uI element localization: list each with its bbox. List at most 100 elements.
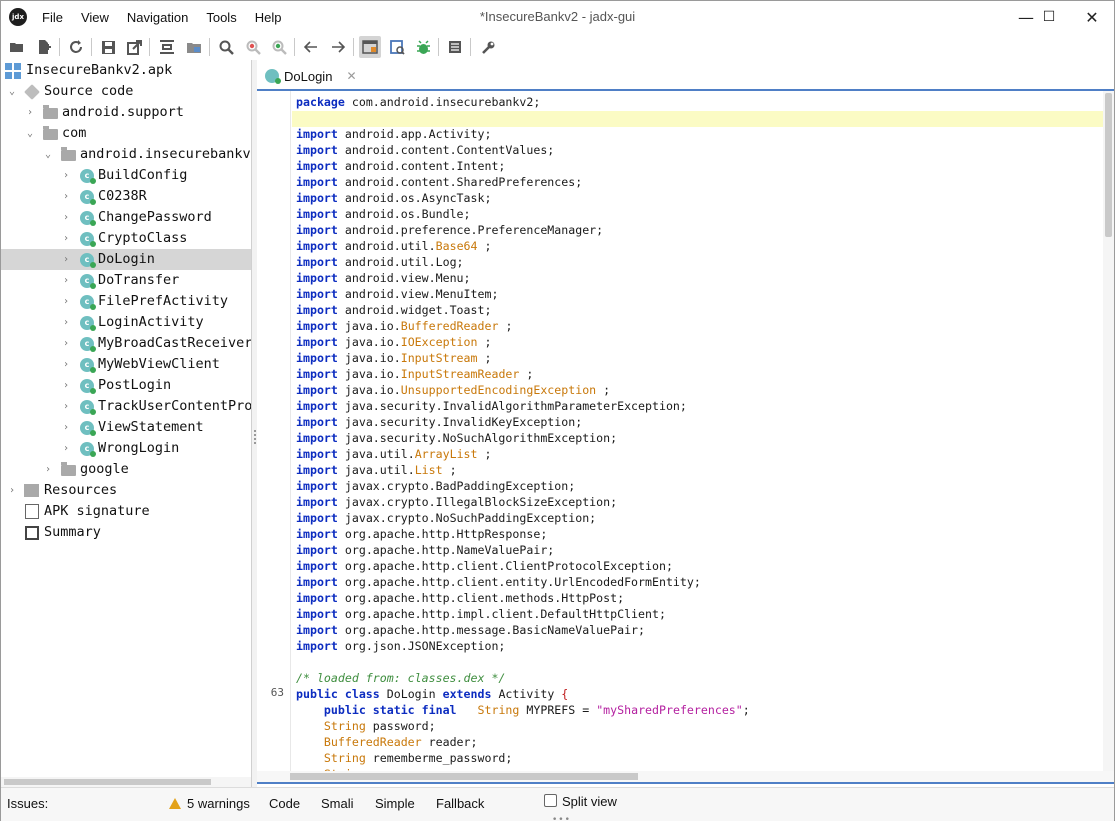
tree-class-item[interactable]: › c PostLogin <box>1 375 251 396</box>
menu-file[interactable]: File <box>33 1 72 33</box>
tree-source-code[interactable]: ⌄ Source code <box>1 81 251 102</box>
flatten-icon[interactable] <box>156 36 178 58</box>
line-number-gutter: 63 <box>257 91 291 771</box>
tree-class-item[interactable]: › c CryptoClass <box>1 228 251 249</box>
find-class-icon[interactable] <box>268 36 290 58</box>
scrollbar-thumb[interactable] <box>1105 93 1112 237</box>
chevron-down-icon[interactable]: ⌄ <box>7 81 17 102</box>
warning-icon[interactable] <box>169 798 181 809</box>
code-token: extends <box>442 687 492 701</box>
quick-tab-icon[interactable] <box>386 36 408 58</box>
open-folder-icon[interactable] <box>6 36 28 58</box>
code-token: List <box>414 463 443 477</box>
scrollbar-thumb[interactable] <box>290 773 638 780</box>
tree-class-item[interactable]: › c MyWebViewClient <box>1 354 251 375</box>
tree-class-item[interactable]: › c BuildConfig <box>1 165 251 186</box>
chevron-right-icon[interactable]: › <box>61 165 71 186</box>
menu-help[interactable]: Help <box>246 1 291 33</box>
package-icon[interactable] <box>183 36 205 58</box>
code-token: ; <box>603 383 611 397</box>
chevron-right-icon[interactable]: › <box>61 375 71 396</box>
find-usage-icon[interactable] <box>242 36 264 58</box>
debug-icon[interactable] <box>412 36 434 58</box>
code-area[interactable]: package com.android.insecurebankv2; impo… <box>296 94 750 771</box>
warnings-count[interactable]: 5 warnings <box>187 796 250 811</box>
tree-class-item[interactable]: › c C0238R <box>1 186 251 207</box>
maximize-button[interactable]: ☐ <box>1026 1 1072 33</box>
tree-class-item[interactable]: › c DoTransfer <box>1 270 251 291</box>
forward-icon[interactable] <box>327 36 349 58</box>
code-token: import <box>296 255 338 269</box>
tree-package-android-support[interactable]: › android.support <box>1 102 251 123</box>
chevron-right-icon[interactable]: › <box>25 102 35 123</box>
log-icon[interactable] <box>444 36 466 58</box>
class-label: CryptoClass <box>98 230 188 246</box>
chevron-right-icon[interactable]: › <box>61 312 71 333</box>
chevron-right-icon[interactable]: › <box>61 333 71 354</box>
view-tab-code[interactable]: Code <box>269 796 300 811</box>
back-icon[interactable] <box>300 36 322 58</box>
tree-class-item[interactable]: › c FilePrefActivity <box>1 291 251 312</box>
editor-horizontal-scrollbar[interactable] <box>257 771 1114 782</box>
resize-grip-icon[interactable]: ••• <box>552 815 571 825</box>
chevron-right-icon[interactable]: › <box>61 354 71 375</box>
chevron-right-icon[interactable]: › <box>43 459 53 480</box>
tab-label: DoLogin <box>284 68 333 84</box>
chevron-right-icon[interactable]: › <box>61 417 71 438</box>
chevron-right-icon[interactable]: › <box>61 270 71 291</box>
tree-root-apk[interactable]: InsecureBankv2.apk <box>1 60 251 81</box>
editor-vertical-scrollbar[interactable] <box>1103 91 1114 771</box>
menu-tools[interactable]: Tools <box>197 1 245 33</box>
tree-class-item[interactable]: › c DoLogin <box>1 249 251 270</box>
tab-dologin[interactable]: DoLogin ✕ <box>265 65 357 87</box>
code-editor[interactable]: 63 package com.android.insecurebankv2; i… <box>257 91 1103 771</box>
tree-package-google[interactable]: › google <box>1 459 251 480</box>
view-tab-fallback[interactable]: Fallback <box>436 796 484 811</box>
tree-package-insecurebank[interactable]: ⌄ android.insecurebankv2 <box>1 144 251 165</box>
chevron-right-icon[interactable]: › <box>61 291 71 312</box>
code-token: String <box>323 751 366 765</box>
tree-package-com[interactable]: ⌄ com <box>1 123 251 144</box>
tree-apk-signature[interactable]: APK signature <box>1 501 251 522</box>
tree-class-item[interactable]: › c WrongLogin <box>1 438 251 459</box>
preferences-icon[interactable] <box>477 36 499 58</box>
tree-class-item[interactable]: › c ChangePassword <box>1 207 251 228</box>
summary-icon <box>25 526 39 540</box>
code-token: String <box>323 719 366 733</box>
tree-horizontal-scrollbar[interactable] <box>1 777 251 787</box>
split-view-label[interactable]: Split view <box>562 794 617 809</box>
line-number: 63 <box>270 686 284 699</box>
chevron-right-icon[interactable]: › <box>61 186 71 207</box>
chevron-down-icon[interactable]: ⌄ <box>25 123 35 144</box>
chevron-right-icon[interactable]: › <box>61 249 71 270</box>
chevron-right-icon[interactable]: › <box>61 207 71 228</box>
chevron-down-icon[interactable]: ⌄ <box>43 144 53 165</box>
view-tab-smali[interactable]: Smali <box>321 796 354 811</box>
chevron-right-icon[interactable]: › <box>61 396 71 417</box>
tree-class-item[interactable]: › c ViewStatement <box>1 417 251 438</box>
export-icon[interactable] <box>123 36 145 58</box>
tree-summary[interactable]: Summary <box>1 522 251 543</box>
close-button[interactable]: ✕ <box>1069 1 1115 33</box>
scrollbar-thumb[interactable] <box>4 779 211 785</box>
chevron-right-icon[interactable]: › <box>61 438 71 459</box>
menu-view[interactable]: View <box>72 1 118 33</box>
sync-icon[interactable] <box>65 36 87 58</box>
add-files-icon[interactable] <box>33 36 55 58</box>
splitter-grip-icon[interactable] <box>254 430 256 444</box>
chevron-right-icon[interactable]: › <box>61 228 71 249</box>
tab-close-icon[interactable]: ✕ <box>346 69 356 83</box>
tree-class-item[interactable]: › cTrackUserContentProvider <box>1 396 251 417</box>
split-view-checkbox[interactable] <box>544 794 557 807</box>
menu-navigation[interactable]: Navigation <box>118 1 197 33</box>
view-tab-simple[interactable]: Simple <box>375 796 415 811</box>
code-token: BufferedReader <box>323 735 422 749</box>
code-line: import java.security.InvalidKeyException… <box>296 414 750 430</box>
tree-class-item[interactable]: › c MyBroadCastReceiver <box>1 333 251 354</box>
tree-class-item[interactable]: › c LoginActivity <box>1 312 251 333</box>
tree-resources[interactable]: › Resources <box>1 480 251 501</box>
decompile-mode-icon[interactable] <box>359 36 381 58</box>
chevron-right-icon[interactable]: › <box>7 480 17 501</box>
search-icon[interactable] <box>215 36 237 58</box>
save-icon[interactable] <box>97 36 119 58</box>
